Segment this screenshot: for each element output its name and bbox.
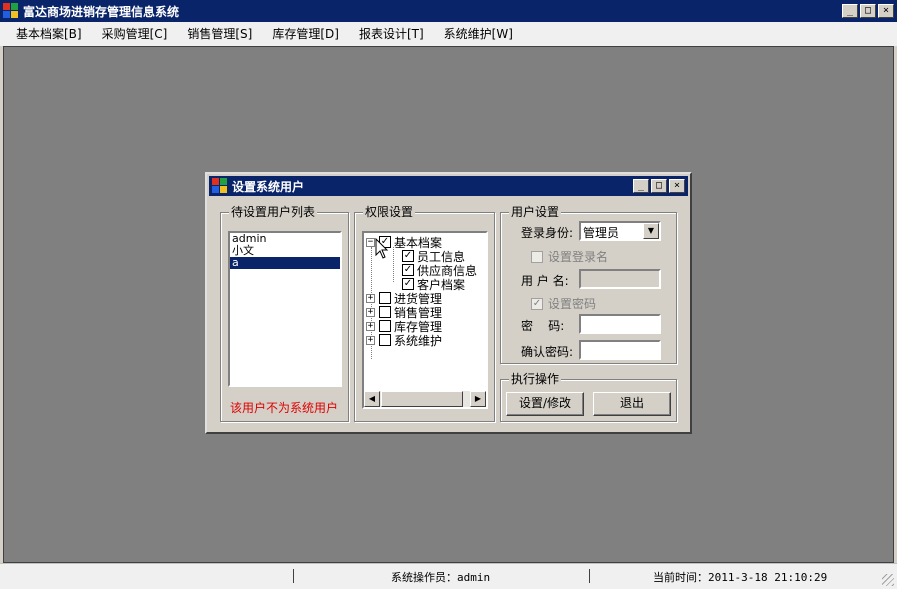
- app-icon: [3, 3, 19, 19]
- dialog-icon: [212, 178, 228, 194]
- expand-icon[interactable]: +: [366, 307, 375, 317]
- menu-system-maintenance[interactable]: 系统维护[W]: [434, 23, 523, 45]
- user-list-group: 待设置用户列表 admin 小文 a 该用户不为系统用户: [220, 205, 349, 422]
- list-item-selected[interactable]: a: [230, 257, 340, 269]
- expand-icon[interactable]: +: [366, 321, 375, 331]
- username-input[interactable]: [579, 269, 661, 289]
- scroll-thumb[interactable]: [381, 391, 463, 407]
- tree-checkbox[interactable]: [379, 334, 391, 346]
- set-login-name-checkbox[interactable]: 设置登录名: [531, 248, 608, 265]
- menu-report-design[interactable]: 报表设计[T]: [349, 23, 434, 45]
- role-select[interactable]: 管理员 ▼: [579, 221, 661, 241]
- main-title-bar[interactable]: 富达商场进销存管理信息系统 _ □ ×: [0, 0, 897, 22]
- app-title: 富达商场进销存管理信息系统: [23, 4, 180, 19]
- collapse-icon[interactable]: −: [366, 237, 375, 247]
- scroll-right-icon[interactable]: ▶: [470, 391, 486, 407]
- checkbox-box-checked[interactable]: ✓: [531, 297, 543, 310]
- user-settings-group-label: 用户设置: [509, 205, 562, 219]
- status-operator: 系统操作员：admin: [391, 571, 491, 584]
- chevron-down-icon[interactable]: ▼: [643, 223, 659, 239]
- status-separator: [589, 569, 590, 583]
- set-password-checkbox[interactable]: ✓ 设置密码: [531, 295, 596, 312]
- tree-checkbox[interactable]: [379, 320, 391, 332]
- user-listbox[interactable]: admin 小文 a: [228, 231, 342, 387]
- exit-button[interactable]: 退出: [593, 392, 671, 416]
- list-item[interactable]: 小文: [230, 245, 340, 257]
- save-modify-button[interactable]: 设置/修改: [506, 392, 584, 416]
- tree-checkbox[interactable]: [379, 292, 391, 304]
- tree-checkbox-checked[interactable]: ✓: [402, 278, 414, 290]
- actions-group-label: 执行操作: [509, 372, 562, 386]
- expand-icon[interactable]: +: [366, 335, 375, 345]
- set-system-user-dialog: 设置系统用户 _ □ × 待设置用户列表 admin 小文 a 该用户不为系统用…: [205, 172, 692, 434]
- resize-grip-icon[interactable]: [882, 574, 894, 586]
- permissions-group-label: 权限设置: [363, 205, 416, 219]
- status-time: 当前时间：2011-3-18 21:10:29: [653, 571, 828, 584]
- menu-bar: 基本档案[B] 采购管理[C] 销售管理[S] 库存管理[D] 报表设计[T] …: [0, 22, 897, 46]
- dialog-title-bar[interactable]: 设置系统用户 _ □ ×: [209, 176, 688, 196]
- dialog-title: 设置系统用户: [232, 179, 305, 194]
- dialog-maximize-button[interactable]: □: [651, 179, 667, 193]
- status-bar: 系统操作员：admin 当前时间：2011-3-18 21:10:29: [0, 563, 897, 589]
- dialog-minimize-button[interactable]: _: [633, 179, 649, 193]
- tree-node-system-maintenance[interactable]: + 系统维护: [366, 333, 442, 348]
- menu-purchasing[interactable]: 采购管理[C]: [92, 23, 178, 45]
- menu-basic-records[interactable]: 基本档案[B]: [6, 23, 92, 45]
- confirm-password-input[interactable]: [579, 340, 661, 360]
- menu-inventory[interactable]: 库存管理[D]: [262, 23, 349, 45]
- status-separator: [293, 569, 294, 583]
- scroll-left-icon[interactable]: ◀: [364, 391, 380, 407]
- tree-horizontal-scrollbar[interactable]: ◀ ▶: [364, 391, 486, 407]
- minimize-button[interactable]: _: [842, 4, 858, 18]
- mouse-cursor-icon: [375, 238, 389, 259]
- tree-checkbox-checked[interactable]: ✓: [402, 250, 414, 262]
- dialog-close-button[interactable]: ×: [669, 179, 685, 193]
- password-label: 密 码:: [521, 319, 565, 333]
- actions-group: 执行操作 设置/修改 退出: [500, 372, 677, 422]
- user-list-group-label: 待设置用户列表: [229, 205, 318, 219]
- role-label: 登录身份:: [521, 226, 574, 240]
- username-label: 用 户 名:: [521, 274, 569, 288]
- close-button[interactable]: ×: [878, 4, 894, 18]
- maximize-button[interactable]: □: [860, 4, 876, 18]
- role-select-value: 管理员: [583, 226, 620, 240]
- checkbox-box[interactable]: [531, 250, 543, 263]
- not-system-user-warning: 该用户不为系统用户: [230, 401, 339, 415]
- menu-sales[interactable]: 销售管理[S]: [177, 23, 262, 45]
- tree-checkbox-checked[interactable]: ✓: [402, 264, 414, 276]
- confirm-password-label: 确认密码:: [521, 345, 574, 359]
- expand-icon[interactable]: +: [366, 293, 375, 303]
- password-input[interactable]: [579, 314, 661, 334]
- user-settings-group: 用户设置 登录身份: 管理员 ▼ 设置登录名 用 户 名: ✓ 设置密码 密 码…: [500, 205, 677, 364]
- tree-checkbox[interactable]: [379, 306, 391, 318]
